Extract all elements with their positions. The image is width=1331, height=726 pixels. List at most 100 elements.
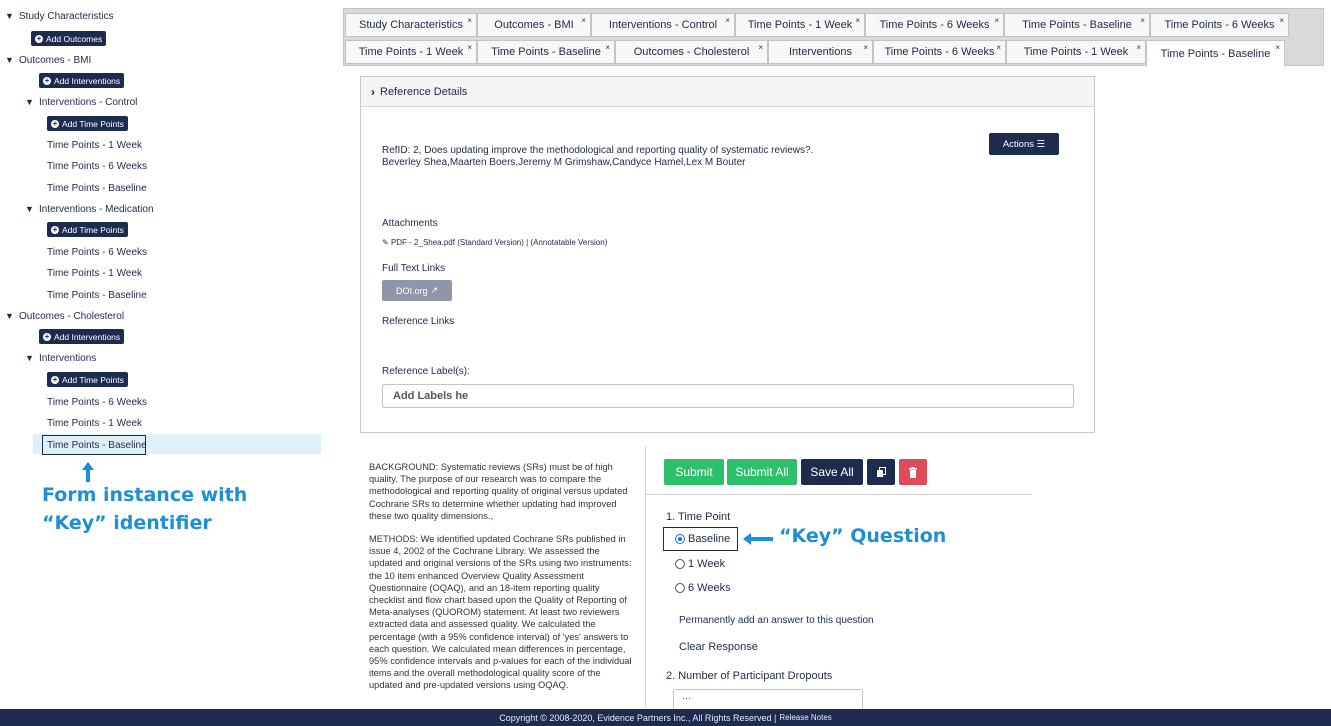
permanently-add-answer-link[interactable]: Permanently add an answer to this questi… [679, 615, 874, 626]
caret-down-icon[interactable]: ▼ [25, 97, 34, 107]
tab-label: Time Points - Baseline [1160, 47, 1271, 60]
close-icon[interactable]: × [994, 16, 999, 25]
caret-down-icon[interactable]: ▼ [25, 353, 34, 363]
add-button-add-time-points[interactable]: + Add Time Points [47, 116, 128, 131]
copy-button[interactable] [867, 459, 895, 485]
plus-circle-icon: + [51, 224, 59, 234]
tab-label: Time Points - 6 Weeks [1164, 19, 1275, 31]
plus-circle-icon: + [43, 331, 51, 341]
close-icon[interactable]: × [996, 43, 1001, 52]
tree-item-label: Study Characteristics [19, 10, 114, 22]
tree-node[interactable]: ▼ Study Characteristics [5, 8, 113, 24]
close-icon[interactable]: × [758, 43, 763, 52]
add-button-add-time-points[interactable]: + Add Time Points [47, 222, 128, 237]
add-button-label: Add Interventions [54, 331, 121, 342]
tree-leaf[interactable]: Time Points - 6 Weeks [47, 158, 147, 174]
tab-time-points---1-week[interactable]: Time Points - 1 Week × [345, 40, 477, 64]
radio-label-6-weeks: 6 Weeks [688, 582, 731, 594]
add-button-add-interventions[interactable]: + Add Interventions [39, 329, 125, 344]
radio-label-1-week: 1 Week [688, 558, 726, 570]
tab-study-characteristics[interactable]: Study Characteristics × [345, 13, 477, 37]
caret-down-icon[interactable]: ▼ [5, 311, 14, 321]
tab-interventions---control[interactable]: Interventions - Control × [591, 13, 735, 37]
release-notes-link[interactable]: Release Notes [779, 713, 831, 722]
close-icon[interactable]: × [605, 43, 610, 52]
delete-button[interactable] [899, 459, 927, 485]
tree-leaf[interactable]: Time Points - Baseline [47, 180, 147, 196]
question-2-label: 2. Number of Participant Dropouts [666, 670, 833, 682]
close-icon[interactable]: × [581, 16, 586, 25]
annotation-key-identifier: “Key” identifier [42, 512, 212, 534]
radio-6-weeks[interactable]: 6 Weeks [675, 582, 731, 594]
tab-time-points---baseline[interactable]: Time Points - Baseline × [477, 40, 615, 64]
radio-1-week[interactable]: 1 Week [675, 558, 725, 570]
tree-item-label: Time Points - 6 Weeks [47, 246, 148, 258]
tree-node[interactable]: ▼ Interventions - Medication [25, 201, 154, 217]
plus-circle-icon: + [35, 33, 43, 43]
plus-circle-icon: + [43, 75, 51, 85]
tree-node[interactable]: ▼ Interventions - Control [25, 94, 137, 110]
save-all-button[interactable]: Save All [801, 459, 863, 485]
tree-leaf[interactable]: Time Points - 1 Week [47, 137, 142, 153]
tree-leaf[interactable]: Time Points - Baseline [47, 287, 147, 303]
tab-time-points---baseline[interactable]: Time Points - Baseline × [1146, 40, 1285, 67]
attachment-link[interactable]: ✎ PDF - 2_Shea.pdf (Standard Version) | … [382, 238, 607, 247]
add-button-add-outcomes[interactable]: + Add Outcomes [31, 31, 107, 46]
tree-item-label: Time Points - Baseline [47, 289, 147, 301]
arrow-left-icon [743, 533, 773, 545]
doi-label: DOI.org [395, 285, 428, 296]
close-icon[interactable]: × [863, 43, 868, 52]
submit-button[interactable]: Submit [664, 459, 724, 485]
close-icon[interactable]: × [1136, 43, 1141, 52]
close-icon[interactable]: × [725, 16, 730, 25]
reference-details-header[interactable]: › Reference Details [361, 77, 1094, 107]
doi-button[interactable]: DOI.org ↗ [382, 280, 452, 301]
close-icon[interactable]: × [855, 16, 860, 25]
tab-outcomes---bmi[interactable]: Outcomes - BMI × [477, 13, 591, 37]
actions-button[interactable]: Actions ☰ [989, 133, 1059, 155]
add-labels-input[interactable]: Add Labels he [382, 384, 1074, 408]
clear-response-link[interactable]: Clear Response [679, 641, 758, 653]
close-icon[interactable]: × [1279, 16, 1284, 25]
tab-time-points---6-weeks[interactable]: Time Points - 6 Weeks × [1150, 13, 1289, 37]
tree-node[interactable]: ▼ Interventions [25, 350, 96, 366]
tree-node[interactable]: ▼ Outcomes - BMI [5, 52, 91, 68]
tree-leaf[interactable]: Time Points - 1 Week [47, 415, 142, 431]
reference-details-panel: › Reference Details RefID: 2, Does updat… [360, 76, 1095, 433]
caret-down-icon[interactable]: ▼ [5, 11, 14, 21]
tab-label: Interventions - Control [608, 19, 718, 31]
footer: Copyright © 2008-2020, Evidence Partners… [0, 709, 1331, 726]
caret-down-icon[interactable]: ▼ [25, 204, 34, 214]
tab-interventions[interactable]: Interventions × [768, 40, 873, 64]
paperclip-icon: ✎ [382, 238, 389, 247]
add-button-add-time-points[interactable]: + Add Time Points [47, 372, 128, 387]
key-identifier-highlight-box [42, 435, 146, 455]
tab-time-points---1-week[interactable]: Time Points - 1 Week × [1006, 40, 1146, 64]
submit-all-button[interactable]: Submit All [727, 459, 797, 485]
close-icon[interactable]: × [467, 16, 472, 25]
tab-time-points---baseline[interactable]: Time Points - Baseline × [1004, 13, 1150, 37]
tab-outcomes---cholesterol[interactable]: Outcomes - Cholesterol × [615, 40, 768, 64]
close-icon[interactable]: × [467, 43, 472, 52]
add-button-label: Add Time Points [62, 118, 124, 129]
attachments-label: Attachments [382, 218, 438, 229]
tab-time-points---6-weeks[interactable]: Time Points - 6 Weeks × [873, 40, 1006, 64]
tree-leaf[interactable]: Time Points - 6 Weeks [47, 394, 147, 410]
tree-leaf[interactable]: Time Points - 1 Week [47, 265, 142, 281]
tree-item-label: Time Points - 1 Week [47, 417, 143, 429]
dropouts-input[interactable]: ... [673, 689, 863, 711]
tree-node[interactable]: ▼ Outcomes - Cholesterol [5, 308, 124, 324]
close-icon[interactable]: × [1140, 16, 1145, 25]
tab-label: Outcomes - BMI [494, 19, 574, 31]
reference-details-title: Reference Details [380, 85, 468, 98]
caret-down-icon[interactable]: ▼ [5, 55, 14, 65]
tab-time-points---6-weeks[interactable]: Time Points - 6 Weeks × [865, 13, 1004, 37]
tab-label: Study Characteristics [359, 19, 463, 31]
close-icon[interactable]: × [1275, 43, 1280, 52]
radio-baseline[interactable]: Baseline [675, 533, 730, 545]
tab-time-points---1-week[interactable]: Time Points - 1 Week × [735, 13, 865, 37]
add-button-add-interventions[interactable]: + Add Interventions [39, 73, 125, 88]
add-button-label: Add Time Points [62, 374, 124, 385]
tree-leaf[interactable]: Time Points - 6 Weeks [47, 244, 147, 260]
reference-links-label: Reference Links [382, 316, 455, 327]
